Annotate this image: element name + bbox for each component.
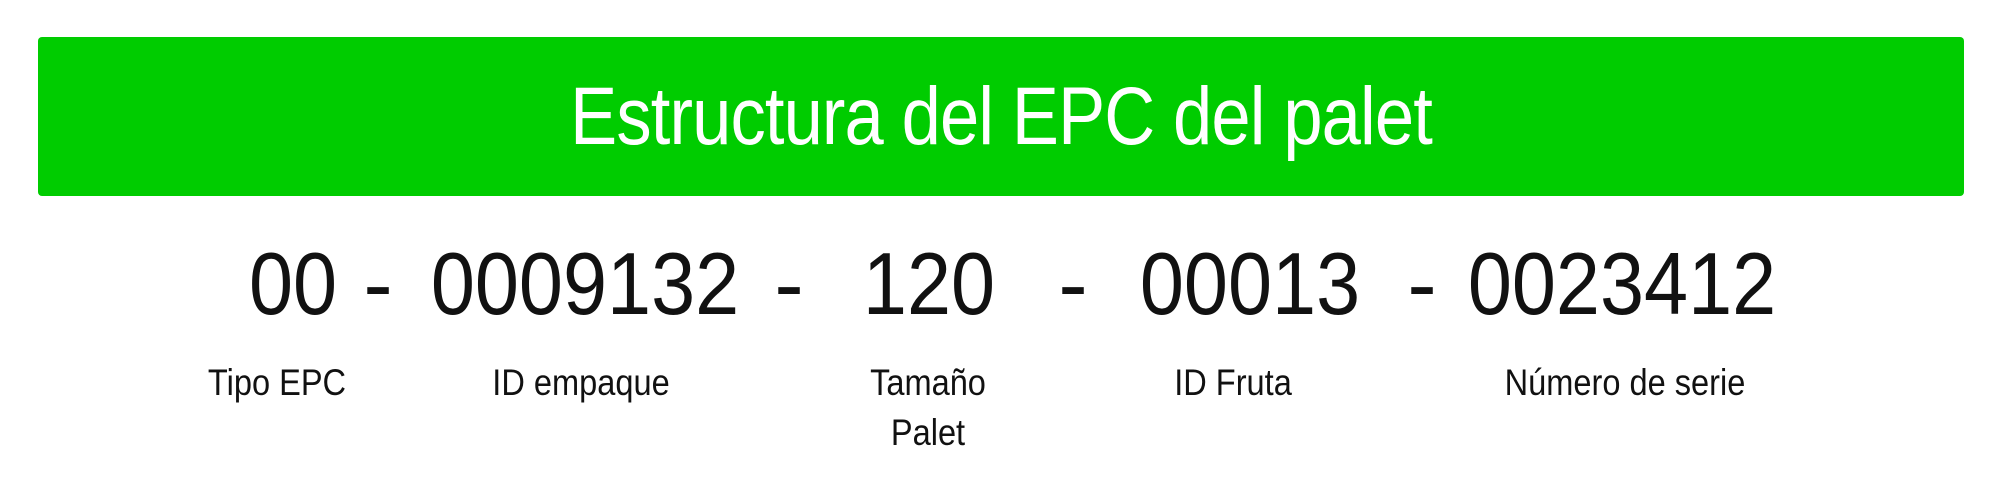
segment-separator: - <box>363 234 393 333</box>
segment-label-numero-serie: Número de serie <box>1504 362 1746 403</box>
segment-value-tamano-palet: 120 <box>862 234 996 333</box>
segment-value-numero-serie: 0023412 <box>1467 234 1777 333</box>
segment-value-id-empaque: 0009132 <box>430 234 740 333</box>
segment-value-id-fruta: 00013 <box>1139 234 1361 333</box>
diagram-title: Estructura del EPC del palet <box>570 70 1433 162</box>
segment-label-id-fruta: ID Fruta <box>1174 362 1292 403</box>
segment-label-tipo-epc: Tipo EPC <box>207 362 347 403</box>
segment-separator: - <box>1407 234 1437 333</box>
segment-value-tipo-epc: 00 <box>248 234 338 333</box>
segment-separator: - <box>1058 234 1088 333</box>
segment-label-id-empaque: ID empaque <box>492 362 670 403</box>
segment-separator: - <box>774 234 804 333</box>
segment-label-tamano-palet: Tamaño Palet <box>870 362 986 453</box>
title-banner: Estructura del EPC del palet <box>38 37 1964 196</box>
